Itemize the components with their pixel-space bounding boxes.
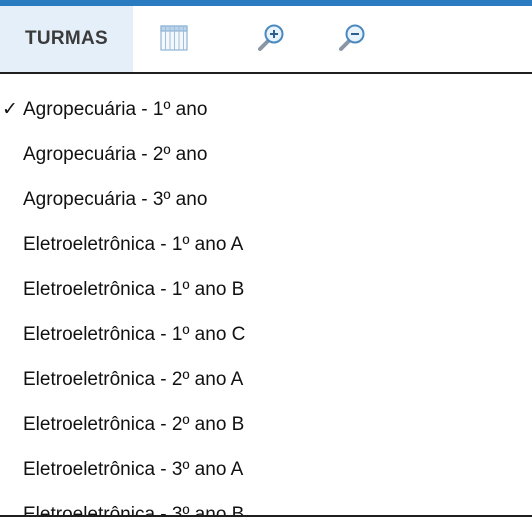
zoom-out-icon	[339, 24, 365, 51]
calendar-grid-icon	[160, 25, 188, 51]
list-item[interactable]: Agropecuária - 3º ano	[0, 177, 532, 222]
bottom-divider	[0, 515, 532, 523]
list-item-label: Agropecuária - 1º ano	[23, 99, 208, 120]
zoom-in-icon	[258, 24, 284, 51]
list-item[interactable]: Eletroeletrônica - 1º ano C	[0, 312, 532, 357]
list-item-label: Eletroeletrônica - 2º ano A	[23, 369, 244, 390]
zoom-out-button[interactable]	[334, 20, 370, 56]
calendar-view-button[interactable]	[156, 20, 192, 56]
list-item-label: Eletroeletrônica - 2º ano B	[23, 414, 245, 435]
list-item-label: Eletroeletrônica - 3º ano A	[23, 459, 244, 480]
list-item-label: Eletroeletrônica - 1º ano A	[23, 234, 244, 255]
list-item-label: Eletroeletrônica - 3º ano B	[23, 504, 245, 515]
list-item[interactable]: Eletroeletrônica - 1º ano A	[0, 222, 532, 267]
checkmark-icon: ✓	[2, 98, 18, 120]
list-item[interactable]: Eletroeletrônica - 3º ano B	[0, 492, 532, 515]
toolbar: TURMAS	[0, 6, 532, 74]
list-item-label: Eletroeletrônica - 1º ano C	[23, 324, 246, 345]
list-item[interactable]: ✓ Agropecuária - 1º ano	[0, 87, 532, 132]
list-item[interactable]: Eletroeletrônica - 2º ano B	[0, 402, 532, 447]
list-item[interactable]: Agropecuária - 2º ano	[0, 132, 532, 177]
tab-turmas-label: TURMAS	[24, 28, 109, 49]
zoom-in-button[interactable]	[253, 20, 289, 56]
list-item[interactable]: Eletroeletrônica - 2º ano A	[0, 357, 532, 402]
tab-turmas[interactable]: TURMAS	[0, 6, 133, 72]
class-list: ✓ Agropecuária - 1º ano Agropecuária - 2…	[0, 87, 532, 515]
list-item-label: Agropecuária - 2º ano	[23, 144, 208, 165]
list-item-label: Eletroeletrônica - 1º ano B	[23, 279, 245, 300]
page: TURMAS ✓ Agropecuária - 1º ano Agropecuá…	[0, 0, 532, 523]
list-item[interactable]: Eletroeletrônica - 1º ano B	[0, 267, 532, 312]
list-item-label: Agropecuária - 3º ano	[23, 189, 208, 210]
list-item[interactable]: Eletroeletrônica - 3º ano A	[0, 447, 532, 492]
